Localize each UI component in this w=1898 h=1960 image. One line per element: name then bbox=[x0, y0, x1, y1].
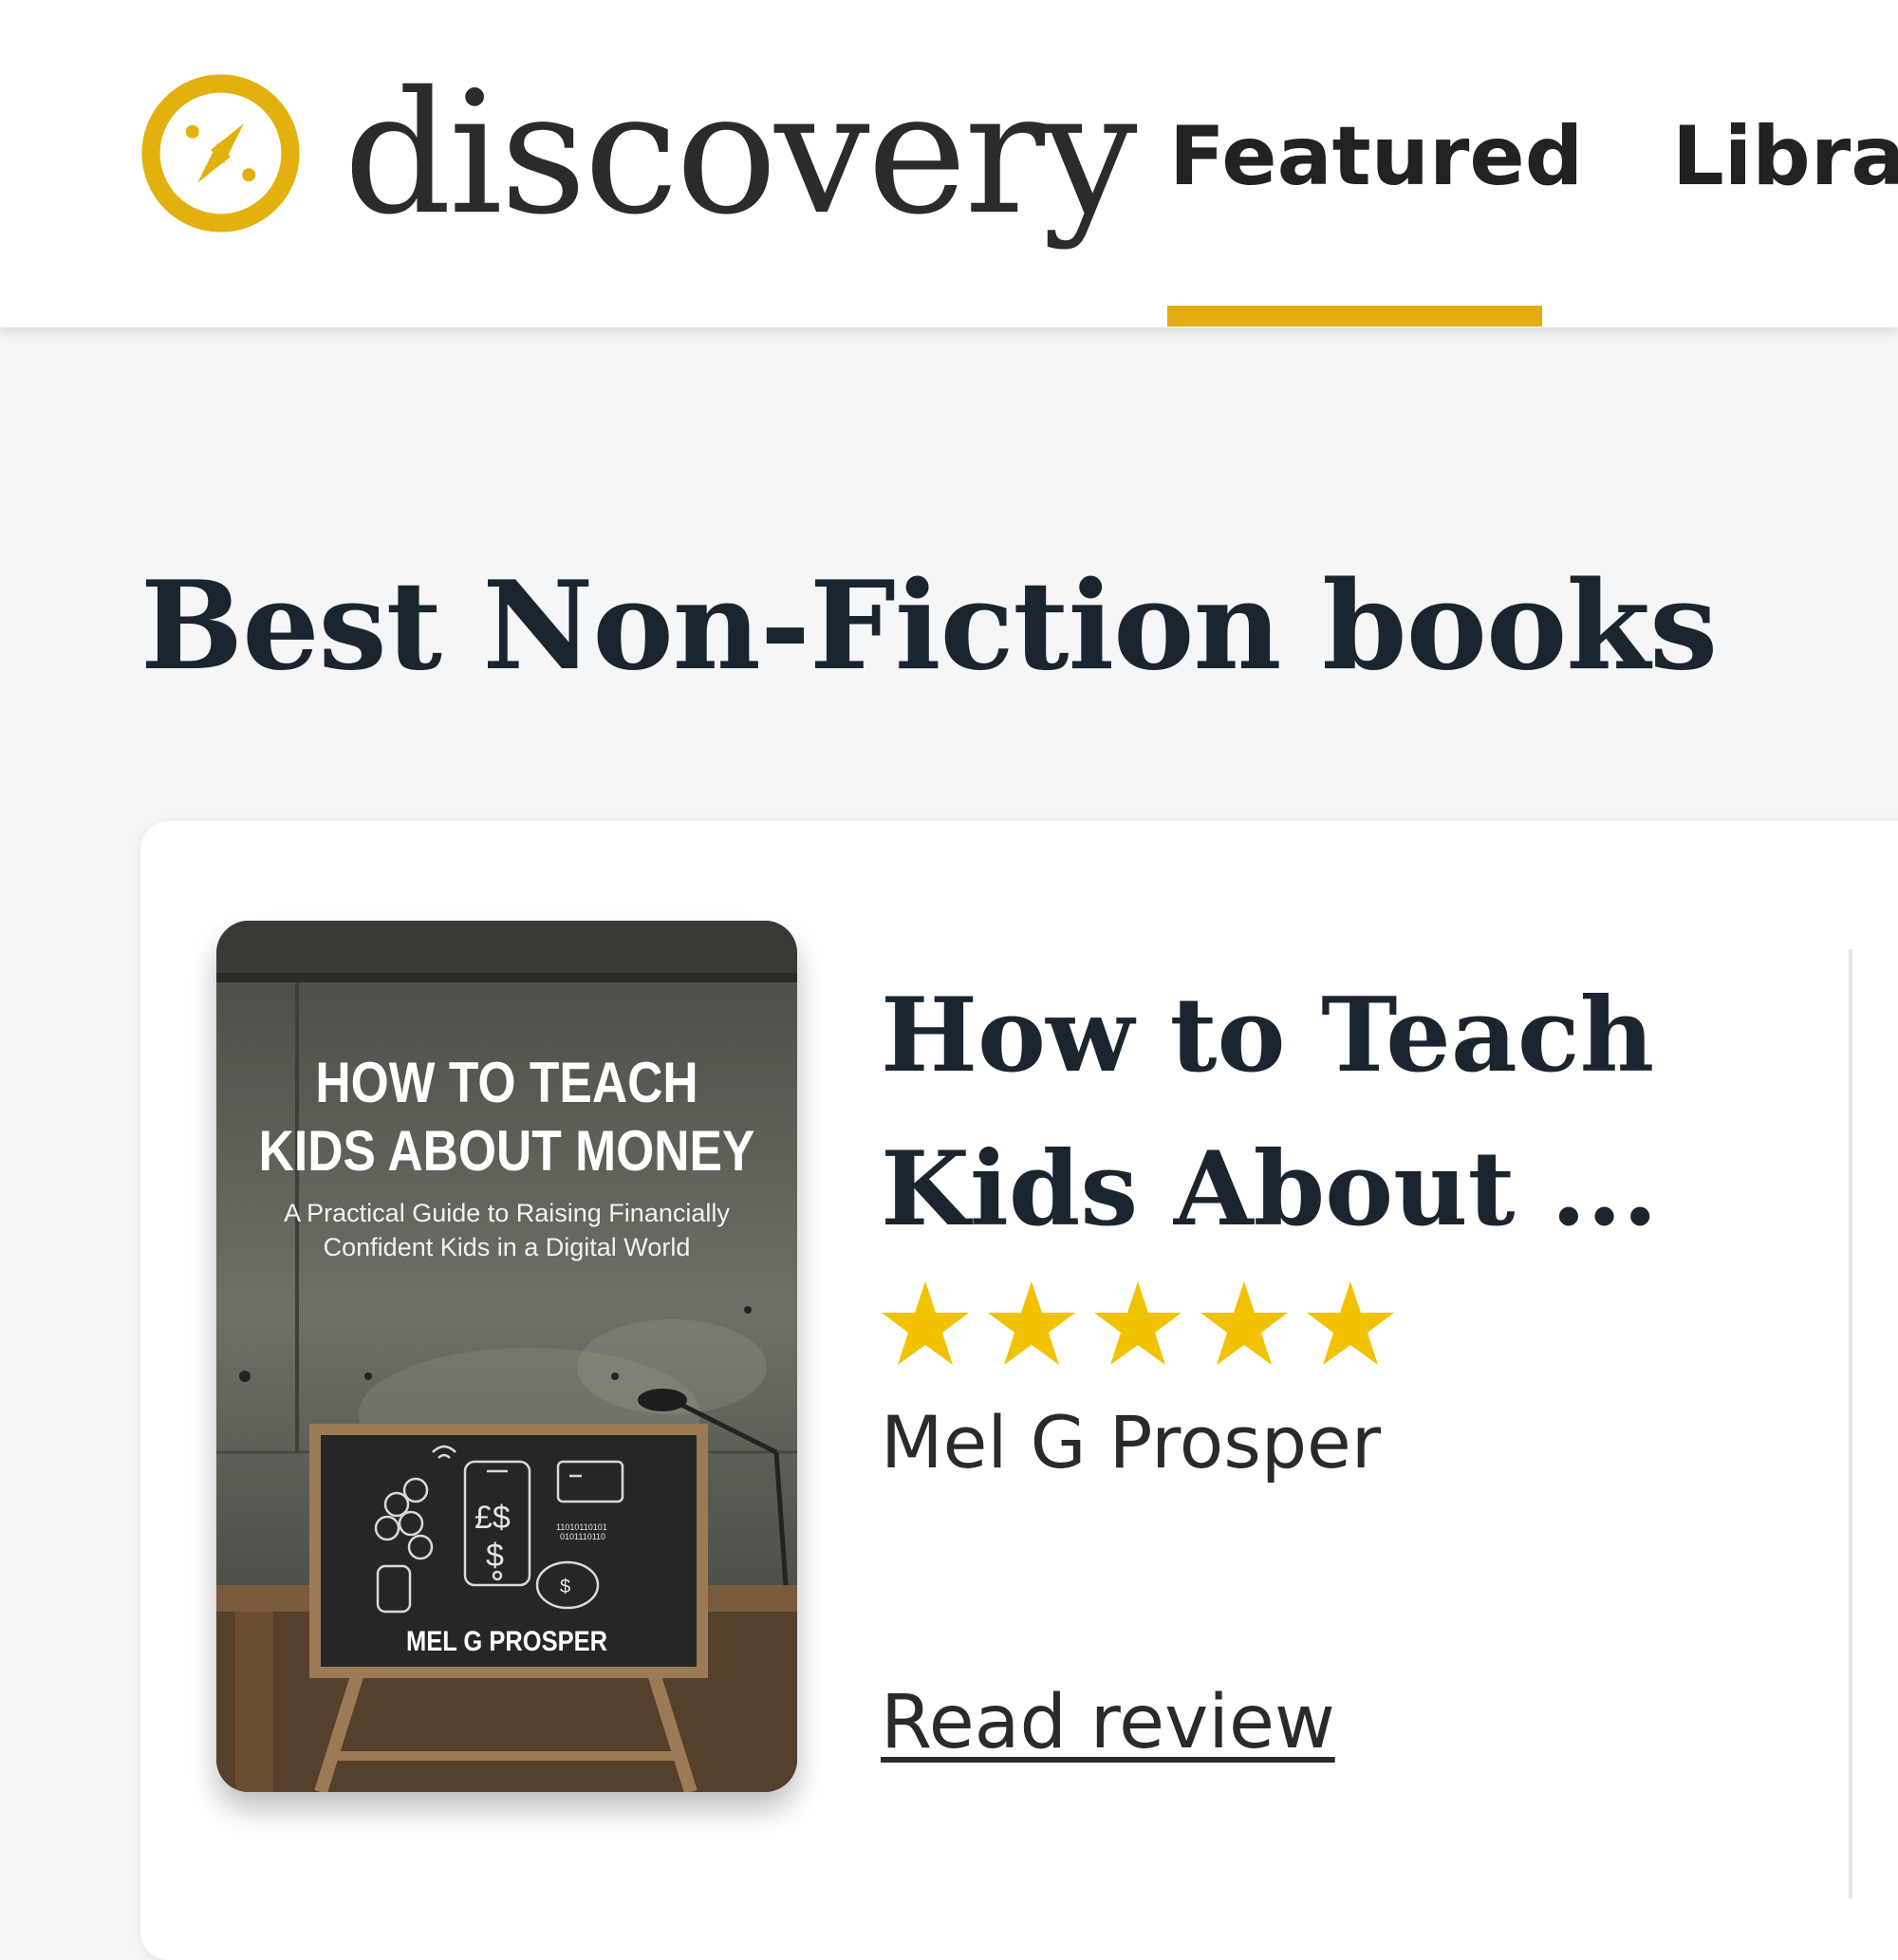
star-icon bbox=[1094, 1281, 1182, 1365]
book-title[interactable]: How to Teach Kids About ... bbox=[881, 959, 1659, 1266]
card-divider bbox=[1849, 949, 1852, 1898]
cover-author: MEL G PROSPER bbox=[405, 1626, 608, 1657]
svg-text:11010110101: 11010110101 bbox=[556, 1522, 607, 1532]
star-rating bbox=[878, 1277, 1398, 1372]
cover-subtitle: A Practical Guide to Raising Financially… bbox=[284, 1199, 730, 1261]
svg-text:$: $ bbox=[486, 1538, 504, 1574]
read-review-link[interactable]: Read review bbox=[881, 1675, 1335, 1770]
logo-wordmark[interactable]: discovery bbox=[344, 59, 1138, 249]
cover-title: HOW TO TEACH KIDS ABOUT MONEY bbox=[258, 1051, 755, 1183]
star-icon bbox=[882, 1281, 969, 1365]
active-tab-indicator bbox=[1167, 306, 1542, 327]
top-navigation-bar: discovery Featured Librar bbox=[0, 0, 1898, 327]
tab-featured[interactable]: Featured bbox=[1169, 104, 1583, 209]
page-title: Best Non-Fiction books bbox=[140, 555, 1718, 698]
svg-text:0101110110: 0101110110 bbox=[560, 1532, 605, 1541]
book-author: Mel G Prosper bbox=[881, 1400, 1382, 1484]
svg-text:$: $ bbox=[560, 1577, 570, 1597]
star-icon bbox=[988, 1281, 1075, 1365]
star-icon bbox=[1307, 1281, 1394, 1365]
book-cover-image[interactable]: £$ $ $ 11010110101 0101110110 HOW TO TEA… bbox=[216, 921, 797, 1792]
svg-text:£$: £$ bbox=[474, 1500, 511, 1536]
star-icon bbox=[1200, 1281, 1288, 1365]
tab-library[interactable]: Librar bbox=[1672, 104, 1898, 209]
compass-icon[interactable] bbox=[138, 70, 304, 236]
